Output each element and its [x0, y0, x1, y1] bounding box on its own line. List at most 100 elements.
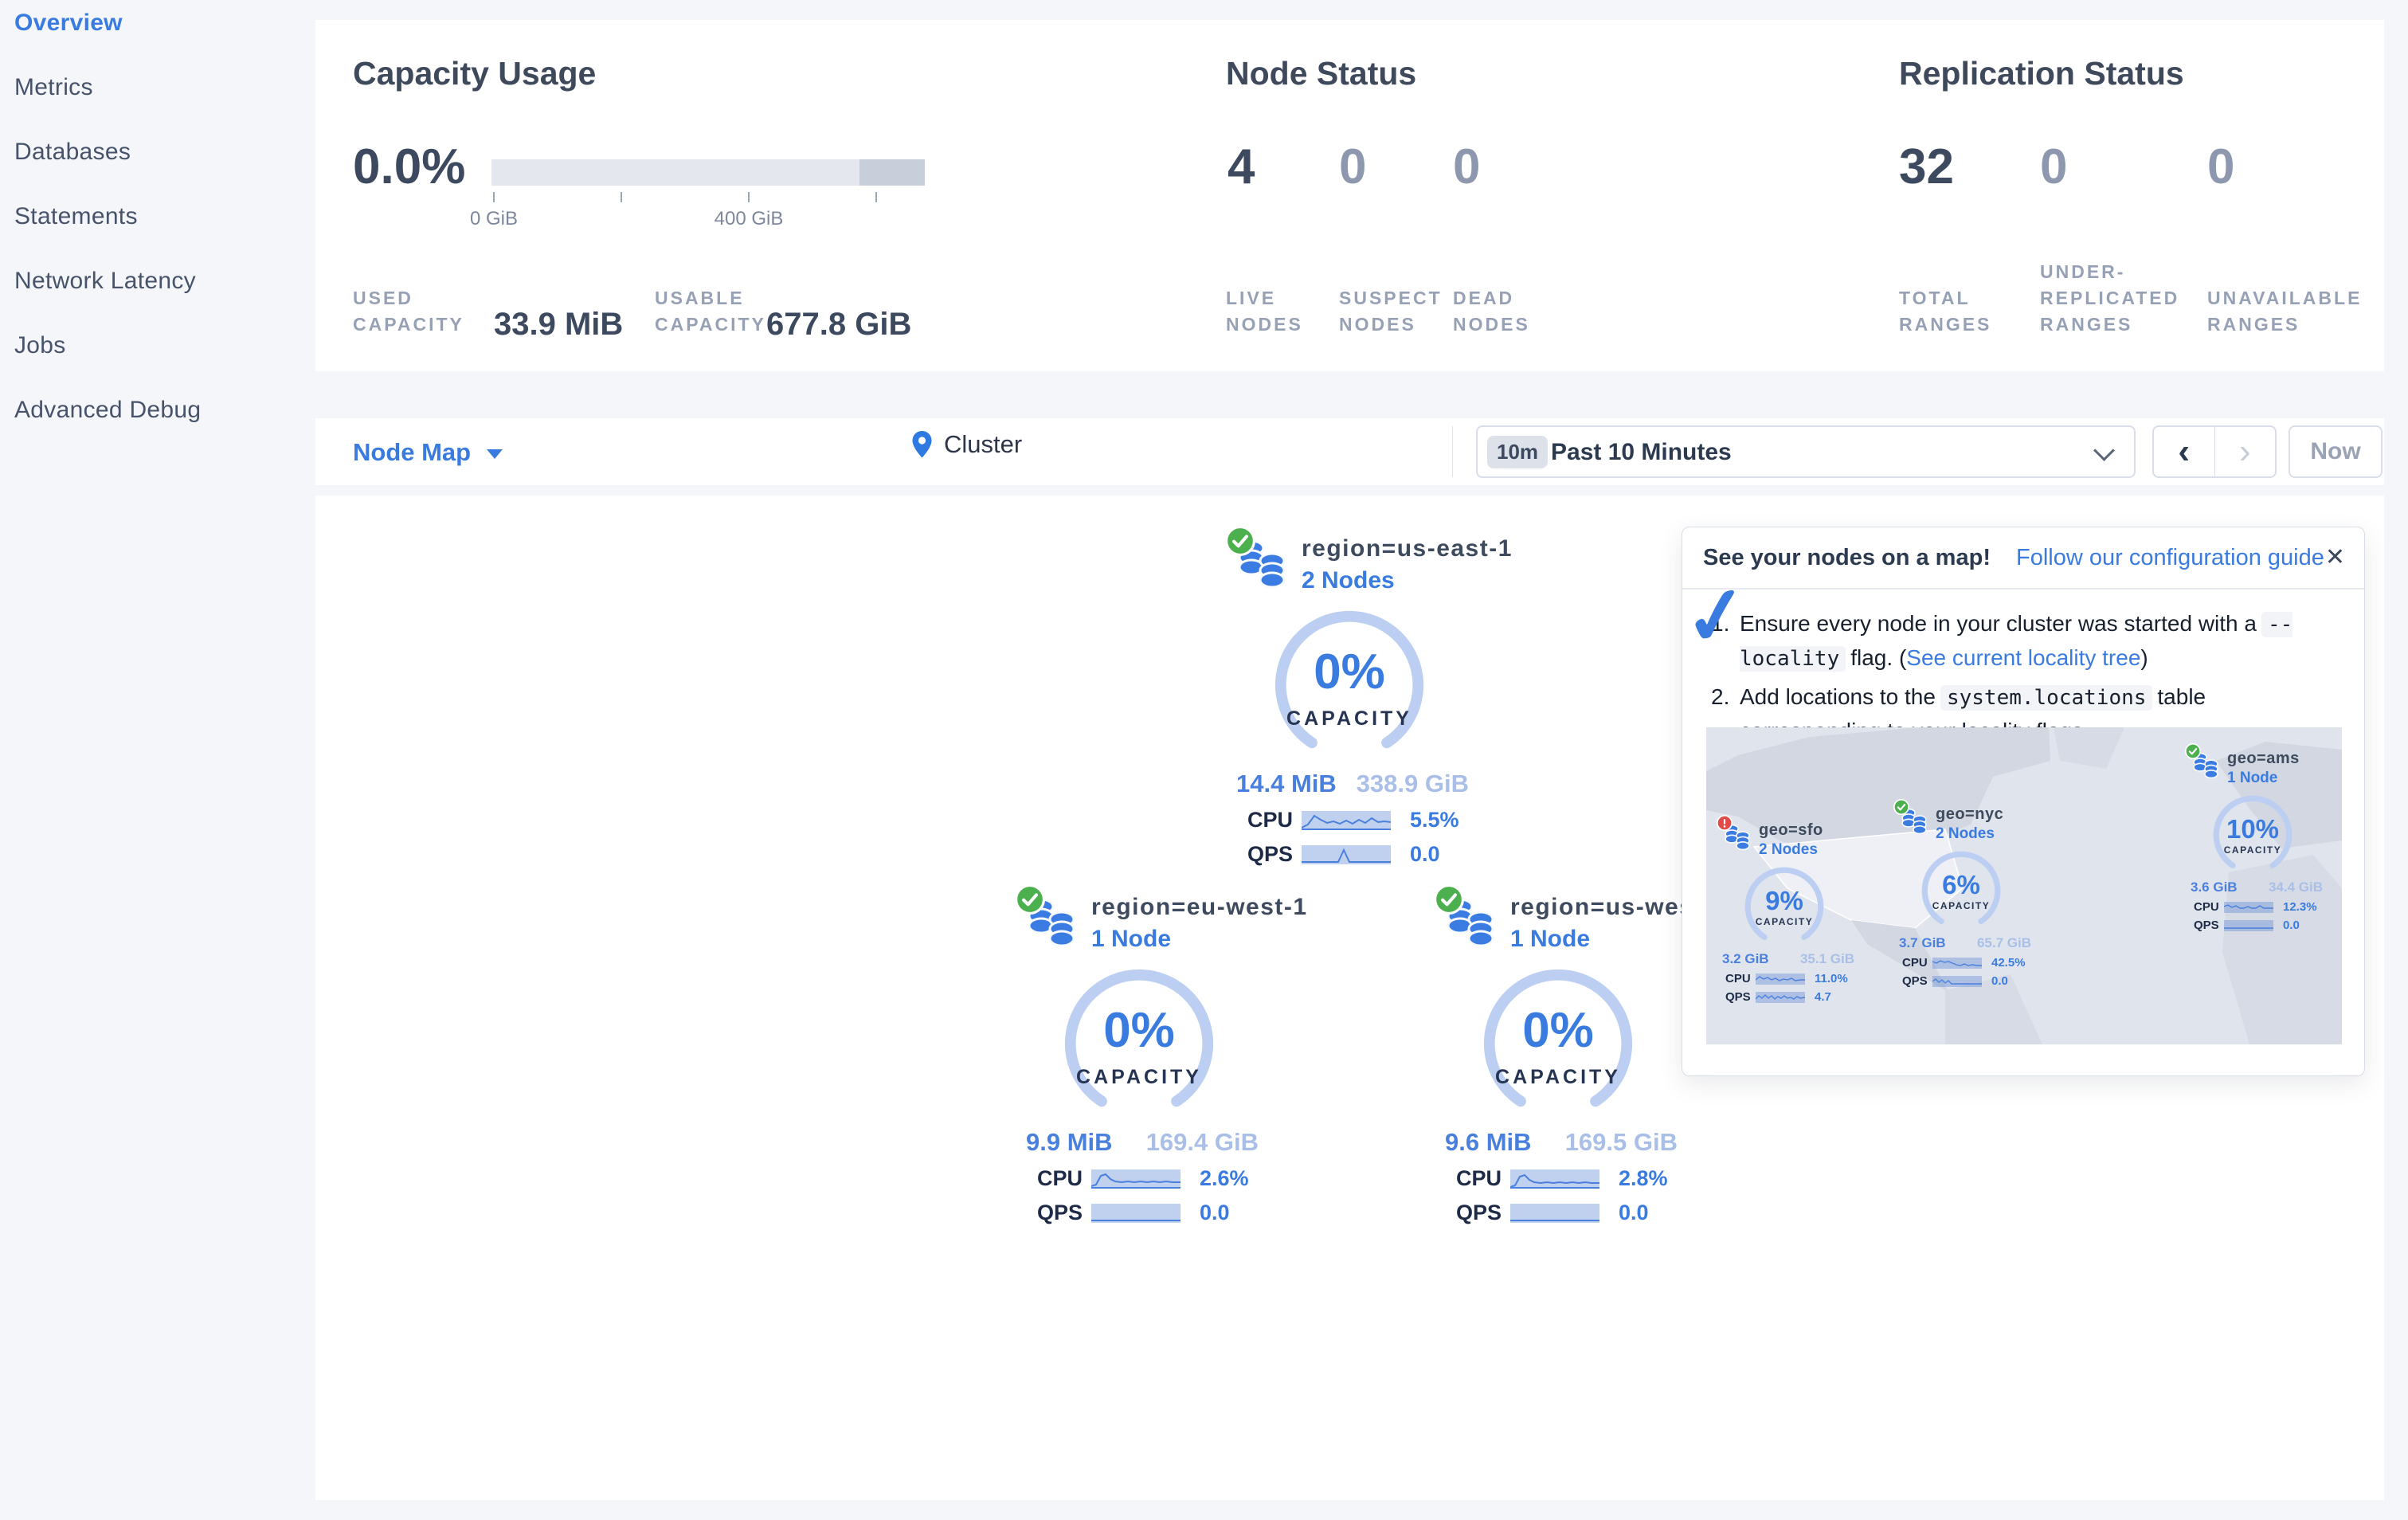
- cpu-sparkline: [2223, 901, 2273, 913]
- region-group-us-west-1: region=us-west-1 1 Node 0% CAPACITY 9.6 …: [1440, 894, 1725, 1225]
- suspect-nodes-label: SUSPECT NODES: [1339, 288, 1443, 335]
- cpu-label: CPU: [1902, 956, 1928, 970]
- database-stack-icon: [1236, 535, 1287, 593]
- capacity-gauge: [491, 159, 925, 186]
- sidebar-nav: Overview Metrics Databases Statements Ne…: [0, 0, 315, 424]
- cpu-metric-row: CPU 2.6%: [1037, 1166, 1260, 1191]
- region-group-eu-west-1: region=eu-west-1 1 Node 0% CAPACITY 9.9 …: [1021, 894, 1306, 1225]
- capacity-values: 9.9 MiB 169.4 GiB: [1026, 1128, 1259, 1157]
- capacity-arc-label: CAPACITY: [1495, 1066, 1621, 1088]
- sidebar-item-jobs[interactable]: Jobs: [14, 332, 315, 359]
- node-status-title: Node Status: [1226, 55, 1417, 92]
- capacity-values: 3.7 GiB 65.7 GiB: [1899, 935, 2031, 951]
- location-pin-icon: [912, 431, 932, 458]
- qps-value: 0.0: [1619, 1201, 1649, 1224]
- time-range-badge: 10m: [1487, 436, 1549, 468]
- usable-capacity-value: 677.8 GiB: [766, 307, 912, 342]
- popup-header: See your nodes on a map! Follow our conf…: [1682, 527, 2364, 590]
- capacity-arc-gauge: 10% CAPACITY: [2211, 793, 2294, 876]
- gauge-tick: [621, 192, 622, 202]
- qps-sparkline: [2224, 919, 2273, 931]
- region-nodes-link[interactable]: 2 Nodes: [1302, 567, 1513, 594]
- step-text: ): [2140, 645, 2148, 670]
- capacity-arc-percent: 0%: [1314, 644, 1385, 699]
- capacity-usage-title: Capacity Usage: [353, 55, 597, 92]
- cpu-label: CPU: [1037, 1166, 1083, 1190]
- capacity-total: 169.5 GiB: [1564, 1128, 1678, 1156]
- cpu-value: 12.3%: [2283, 900, 2317, 914]
- cpu-value: 2.8%: [1619, 1166, 1668, 1190]
- gauge-tick: [875, 192, 877, 202]
- region-name: region=eu-west-1: [1091, 894, 1308, 920]
- gauge-tick: [748, 192, 750, 202]
- qps-metric-row: QPS 0.0: [1902, 974, 2042, 988]
- now-button[interactable]: Now: [2289, 425, 2383, 478]
- total-ranges-label: TOTAL RANGES: [1899, 288, 1992, 335]
- region-nodes-link[interactable]: 1 Node: [1091, 926, 1308, 953]
- breadcrumb[interactable]: Cluster: [911, 430, 1022, 459]
- node-map-preview-image: geo=sfo 2 Nodes 9% CAPACITY 3.2 GiB 35.1…: [1706, 727, 2342, 1044]
- sidebar-item-advanced-debug[interactable]: Advanced Debug: [14, 397, 315, 424]
- capacity-values: 14.4 MiB 338.9 GiB: [1236, 770, 1469, 798]
- region-header: region=us-east-1 2 Nodes: [1236, 535, 1511, 594]
- capacity-arc-gauge: 0% CAPACITY: [1061, 966, 1217, 1122]
- mini-node-geo-ams: geo=ams 1 Node 10% CAPACITY 3.6 GiB 34.4…: [2185, 743, 2334, 932]
- cpu-value: 42.5%: [1991, 956, 2026, 970]
- capacity-arc-label: CAPACITY: [1755, 916, 1814, 927]
- mini-node-header: geo=nyc 2 Nodes: [1893, 799, 2042, 843]
- qps-metric-row: QPS 0.0: [1037, 1201, 1260, 1225]
- qps-metric-row: QPS 0.0: [1456, 1201, 1679, 1225]
- qps-label: QPS: [1725, 990, 1751, 1004]
- view-selector-dropdown[interactable]: Node Map: [353, 438, 503, 467]
- locality-tree-link[interactable]: See current locality tree: [1906, 645, 2140, 670]
- gauge-tick-label-0: 0 GiB: [469, 208, 519, 229]
- replication-status-title: Replication Status: [1899, 55, 2184, 92]
- system-locations-code: system.locations: [1940, 685, 2153, 711]
- sidebar-item-statements[interactable]: Statements: [14, 203, 315, 230]
- configuration-guide-link[interactable]: Follow our configuration guide: [2016, 545, 2324, 571]
- popup-title: See your nodes on a map!: [1703, 544, 1991, 570]
- cpu-value: 2.6%: [1200, 1166, 1249, 1190]
- qps-value: 4.7: [1815, 990, 1831, 1004]
- cpu-label: CPU: [2194, 900, 2219, 914]
- capacity-arc-percent: 10%: [2226, 814, 2280, 844]
- capacity-used: 9.6 MiB: [1445, 1128, 1532, 1156]
- chevron-down-icon: [2093, 440, 2115, 461]
- qps-value: 0.0: [1200, 1201, 1230, 1224]
- qps-sparkline: [1932, 975, 1982, 987]
- caret-down-icon: [487, 449, 503, 459]
- capacity-total: 65.7 GiB: [1976, 935, 2031, 950]
- capacity-total: 338.9 GiB: [1356, 770, 1469, 797]
- qps-label: QPS: [1037, 1201, 1083, 1224]
- capacity-arc-gauge: 6% CAPACITY: [1920, 849, 2003, 932]
- mini-node-geo-nyc: geo=nyc 2 Nodes 6% CAPACITY 3.7 GiB 65.7…: [1893, 799, 2042, 988]
- time-back-button[interactable]: ‹: [2154, 427, 2215, 476]
- status-ok-icon: [1015, 884, 1045, 915]
- sidebar-item-databases[interactable]: Databases: [14, 139, 315, 166]
- capacity-used: 3.7 GiB: [1899, 935, 1946, 950]
- sidebar-item-network-latency[interactable]: Network Latency: [14, 268, 315, 295]
- used-capacity-value: 33.9 MiB: [494, 307, 624, 342]
- capacity-arc-label: CAPACITY: [1076, 1066, 1202, 1088]
- dead-nodes-label: DEAD NODES: [1453, 288, 1530, 335]
- toolbar-divider: [1452, 426, 1453, 477]
- sidebar-item-overview[interactable]: Overview: [14, 10, 315, 37]
- region-header: region=eu-west-1 1 Node: [1026, 894, 1306, 953]
- used-capacity-label: USED CAPACITY: [353, 288, 464, 335]
- view-selector-label: Node Map: [353, 438, 472, 466]
- step-text: Ensure every node in your cluster was st…: [1740, 611, 2257, 636]
- time-range-select[interactable]: 10m Past 10 Minutes: [1476, 425, 2136, 478]
- node-map-setup-popup: See your nodes on a map! Follow our conf…: [1682, 527, 2365, 1076]
- capacity-arc-gauge: 0% CAPACITY: [1271, 607, 1427, 763]
- capacity-arc-gauge: 0% CAPACITY: [1480, 966, 1636, 1122]
- sidebar-item-metrics[interactable]: Metrics: [14, 74, 315, 101]
- step-number: 1.: [1711, 611, 1730, 636]
- capacity-used: 14.4 MiB: [1236, 770, 1337, 797]
- time-forward-button[interactable]: ›: [2215, 427, 2276, 476]
- capacity-used: 9.9 MiB: [1026, 1128, 1113, 1156]
- close-icon[interactable]: ✕: [2325, 543, 2345, 571]
- cpu-sparkline: [1755, 973, 1805, 985]
- cpu-sparkline: [1090, 1169, 1181, 1189]
- time-range-value: Past 10 Minutes: [1551, 439, 1732, 465]
- cpu-metric-row: CPU 2.8%: [1456, 1166, 1679, 1191]
